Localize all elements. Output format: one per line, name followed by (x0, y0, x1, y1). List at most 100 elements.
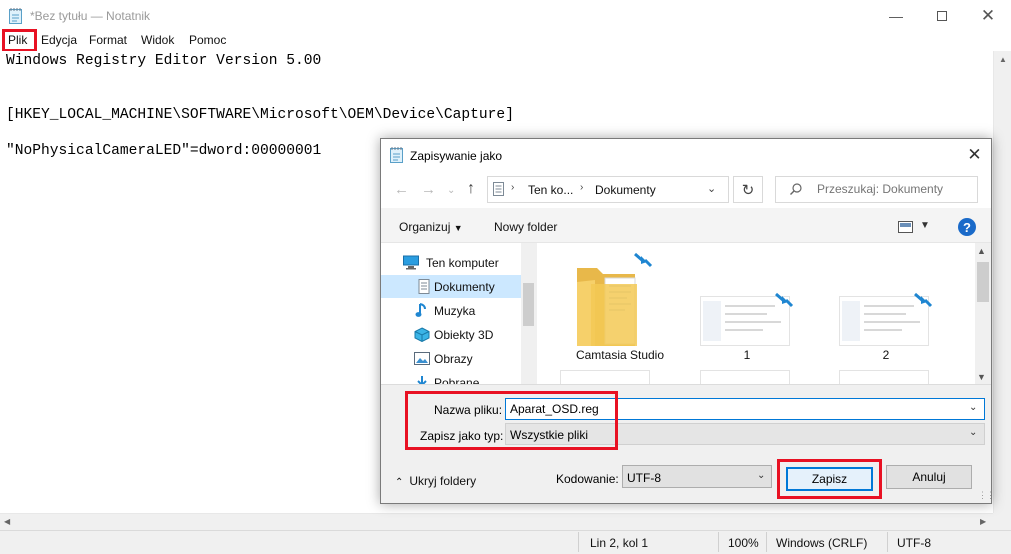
menu-view[interactable]: Widok (141, 33, 174, 47)
editor-vertical-scrollbar[interactable]: ▲ (993, 51, 1011, 513)
tree-item-music[interactable]: Muzyka (381, 299, 521, 322)
help-icon[interactable]: ? (958, 218, 976, 236)
recent-locations-chevron-icon[interactable]: ⌄ (447, 185, 455, 196)
file-name: 1 (743, 348, 751, 362)
hide-folders-toggle[interactable]: ⌃ Ukryj foldery (395, 474, 476, 488)
hide-folders-label: Ukryj foldery (409, 474, 477, 488)
chevron-down-icon[interactable]: ⌄ (757, 470, 765, 481)
tree-item-label: Pobrane (434, 376, 480, 384)
new-folder-button[interactable]: Nowy folder (494, 220, 557, 234)
tree-item-downloads[interactable]: Pobrane (381, 371, 521, 384)
chevron-up-icon: ⌃ (395, 477, 404, 488)
image-thumbnail[interactable] (839, 370, 929, 384)
breadcrumb-separator-icon[interactable]: › (511, 182, 514, 193)
encoding-label: Kodowanie: (556, 472, 619, 486)
search-icon (790, 183, 802, 195)
tree-item-label: Obrazy (434, 352, 473, 366)
file-list-scroll-thumb[interactable] (977, 262, 989, 302)
status-encoding: UTF-8 (897, 536, 931, 550)
form-fields-highlight (405, 391, 618, 450)
back-arrow-icon[interactable]: ← (394, 181, 409, 198)
pictures-icon (414, 352, 430, 365)
view-dropdown-icon[interactable]: ▼ (920, 220, 930, 231)
close-icon: ✕ (967, 145, 982, 164)
scroll-left-icon: ◀ (4, 517, 11, 526)
3d-objects-icon (414, 327, 430, 342)
editor-line: [HKEY_LOCAL_MACHINE\SOFTWARE\Microsoft\O… (6, 107, 514, 123)
chevron-down-icon: ▼ (453, 223, 463, 233)
status-line-ending: Windows (CRLF) (776, 536, 868, 550)
scroll-down-icon[interactable]: ▼ (977, 372, 986, 382)
refresh-button[interactable]: ↻ (733, 176, 763, 203)
up-arrow-icon[interactable]: ↑ (467, 180, 475, 198)
minimize-button[interactable]: — (873, 0, 919, 31)
tree-item-label: Dokumenty (434, 280, 495, 294)
file-item-image[interactable]: 2 (831, 252, 941, 367)
tree-item-label: Obiekty 3D (434, 328, 494, 342)
tree-item-label: Muzyka (434, 304, 476, 318)
downloads-icon (417, 376, 427, 384)
image-thumbnail[interactable] (700, 370, 790, 384)
menu-file-highlight (2, 29, 37, 52)
maximize-icon (937, 10, 947, 21)
editor-line: "NoPhysicalCameraLED"=dword:00000001 (6, 143, 322, 159)
tree-scroll-thumb[interactable] (523, 283, 534, 326)
organize-label: Organizuj (399, 220, 451, 234)
menu-edit[interactable]: Edycja (41, 33, 77, 47)
status-divider (887, 532, 888, 552)
file-item-image[interactable]: 1 (692, 252, 802, 367)
folder-icon (577, 268, 637, 346)
scroll-up-icon[interactable]: ▲ (977, 246, 986, 256)
tree-item-this-pc[interactable]: Ten komputer (381, 251, 521, 274)
tree-item-pictures[interactable]: Obrazy (381, 347, 521, 370)
documents-icon (418, 279, 430, 294)
address-dropdown-icon[interactable]: ⌄ (707, 182, 716, 195)
dialog-close-button[interactable]: ✕ (958, 139, 991, 171)
status-divider (766, 532, 767, 552)
save-button-highlight (777, 459, 882, 499)
status-divider (718, 532, 719, 552)
view-options-icon[interactable] (898, 221, 913, 233)
menu-help[interactable]: Pomoc (189, 33, 226, 47)
tree-item-label: Ten komputer (426, 256, 499, 270)
sync-icon (914, 292, 933, 308)
computer-icon (403, 255, 419, 270)
file-name: 2 (882, 348, 890, 362)
menu-format[interactable]: Format (89, 33, 127, 47)
tree-item-3d-objects[interactable]: Obiekty 3D (381, 323, 521, 346)
tree-item-documents[interactable]: Dokumenty (381, 275, 521, 298)
file-name: Camtasia Studio (575, 348, 665, 362)
notepad-icon (9, 8, 22, 24)
scroll-right-icon: ▶ (980, 517, 987, 526)
scroll-up-icon: ▲ (999, 55, 1007, 64)
file-item-folder[interactable]: Camtasia Studio (565, 252, 675, 367)
status-position: Lin 2, kol 1 (590, 536, 649, 550)
editor-horizontal-scrollbar[interactable]: ◀ ▶ (0, 513, 993, 530)
organize-button[interactable]: Organizuj ▼ (399, 220, 463, 234)
notepad-title-bar[interactable] (0, 0, 1011, 31)
resize-grip-icon[interactable]: ⋮⋮ (978, 490, 995, 501)
notepad-icon (390, 147, 403, 163)
maximize-button[interactable] (919, 0, 965, 31)
dialog-title: Zapisywanie jako (410, 149, 503, 163)
chevron-down-icon[interactable]: ⌄ (969, 402, 977, 413)
sync-icon (775, 292, 794, 308)
close-icon: ✕ (980, 5, 996, 25)
breadcrumb-separator-icon[interactable]: › (580, 182, 583, 193)
breadcrumb-documents[interactable]: Dokumenty (595, 183, 656, 197)
documents-icon (493, 182, 504, 196)
chevron-down-icon[interactable]: ⌄ (969, 427, 977, 438)
forward-arrow-icon[interactable]: → (421, 181, 436, 198)
editor-line: Windows Registry Editor Version 5.00 (6, 53, 322, 69)
search-input[interactable] (817, 182, 972, 196)
refresh-icon: ↻ (741, 181, 755, 199)
scroll-corner (993, 513, 1011, 530)
music-icon (415, 303, 426, 317)
close-button[interactable]: ✕ (965, 0, 1011, 31)
minimize-icon: — (889, 7, 903, 24)
breadcrumb-this-pc[interactable]: Ten ko... (528, 183, 573, 197)
status-divider (578, 532, 579, 552)
status-zoom: 100% (728, 536, 759, 550)
image-thumbnail[interactable] (560, 370, 650, 384)
cancel-button[interactable]: Anuluj (886, 465, 972, 489)
